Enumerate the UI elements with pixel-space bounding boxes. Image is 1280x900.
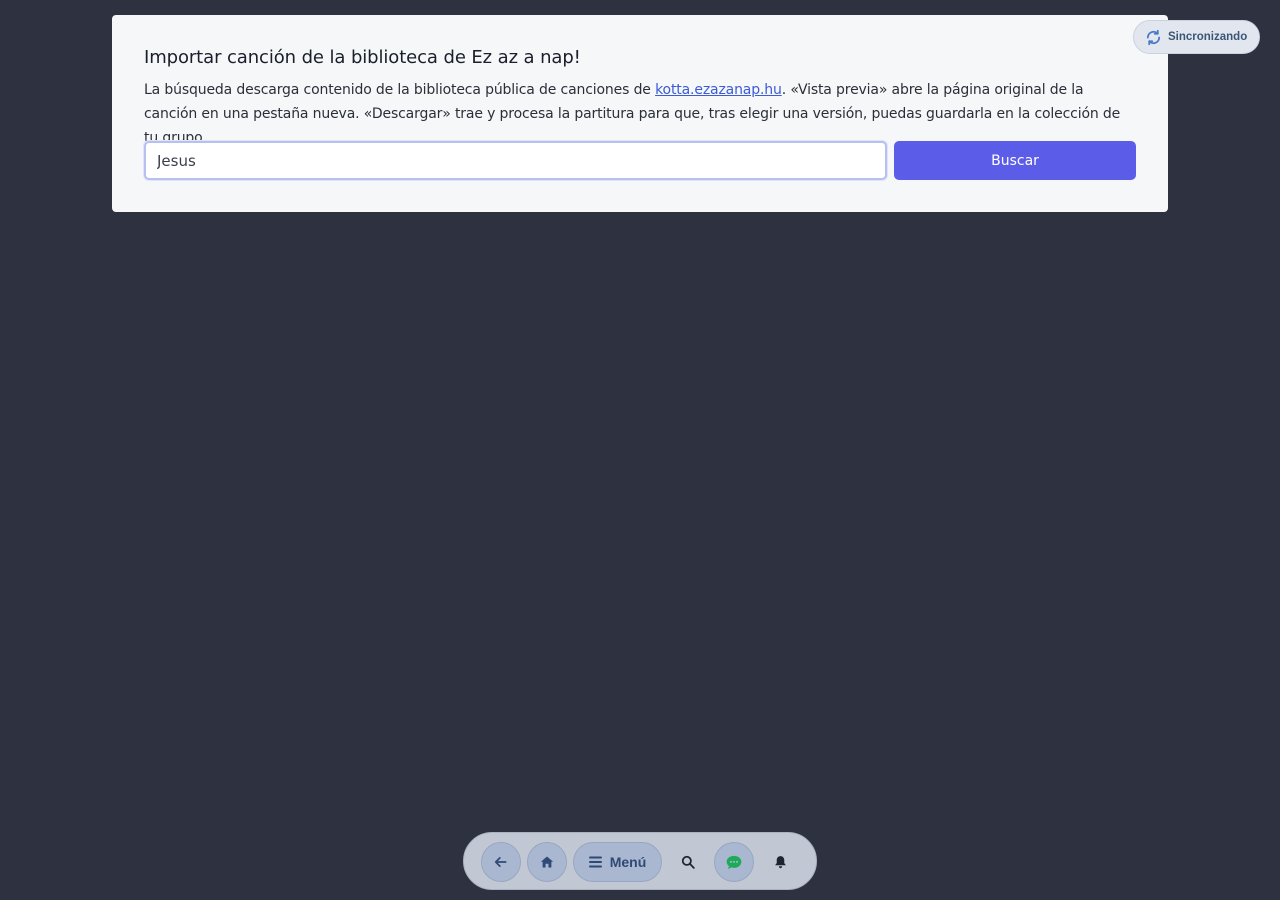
search-row: Buscar: [144, 141, 1136, 180]
card-title: Importar canción de la biblioteca de Ez …: [144, 47, 581, 68]
menu-label: Menú: [609, 854, 647, 870]
chat-button[interactable]: [714, 842, 754, 882]
search-button[interactable]: Buscar: [894, 141, 1136, 180]
back-button[interactable]: [481, 842, 521, 882]
menu-button[interactable]: Menú: [573, 842, 662, 882]
description-text-before-link: La búsqueda descarga contenido de la bib…: [144, 82, 656, 98]
chat-icon: [726, 855, 742, 869]
sync-status-badge[interactable]: Sincronizando: [1133, 20, 1260, 54]
notifications-button[interactable]: [760, 842, 800, 882]
hamburger-icon: [588, 856, 602, 868]
search-input[interactable]: [144, 141, 887, 180]
home-icon: [540, 856, 554, 868]
arrow-left-icon: [494, 857, 507, 867]
search-icon: [681, 855, 695, 869]
import-song-card: Importar canción de la biblioteca de Ez …: [112, 15, 1168, 212]
refresh-icon: [1146, 29, 1161, 45]
search-nav-button[interactable]: [668, 842, 708, 882]
home-button[interactable]: [527, 842, 567, 882]
sync-status-label: Sincronizando: [1168, 31, 1248, 43]
bell-icon: [774, 856, 786, 869]
card-description: La búsqueda descarga contenido de la bib…: [144, 78, 1136, 150]
kotta-link[interactable]: kotta.ezazanap.hu: [655, 82, 782, 98]
bottom-navigation-bar: Menú: [463, 832, 817, 890]
